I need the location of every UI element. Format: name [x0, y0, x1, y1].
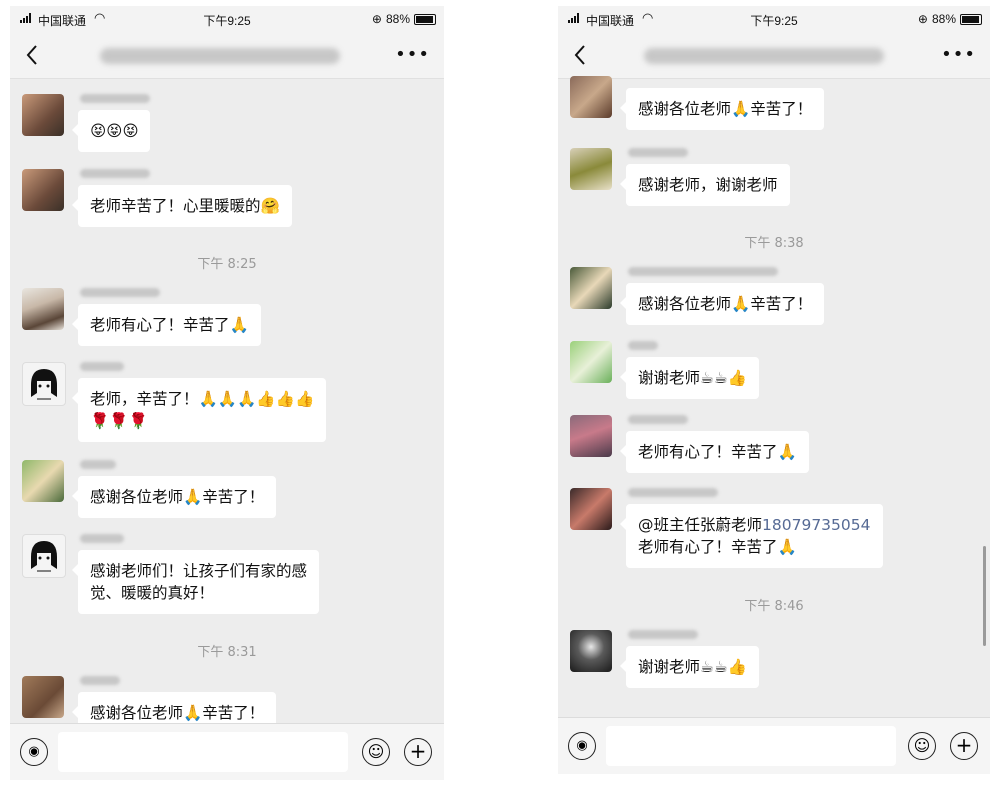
sender-name-blurred: [80, 362, 124, 371]
timestamp: 下午 8:25: [197, 257, 257, 272]
message-bubble[interactable]: 😝😝😝: [71, 110, 151, 152]
message-text: 老师有心了！辛苦了🙏: [638, 538, 797, 556]
message-row: 老师辛苦了！心里暖暖的🤗: [22, 169, 432, 229]
cartoon-girl-icon: [31, 541, 57, 572]
message-bubble[interactable]: 感谢老师们！让孩子们有家的感 觉、暖暖的真好！: [71, 550, 320, 614]
chat-title-blurred: [644, 48, 884, 64]
message-bubble[interactable]: 感谢各位老师🙏辛苦了！: [71, 476, 277, 518]
sender-name-blurred: [628, 267, 778, 276]
message-row: 感谢各位老师🙏辛苦了！: [570, 267, 978, 327]
sender-name-blurred: [80, 169, 150, 178]
rotation-lock-icon: ⊕: [371, 12, 382, 26]
avatar[interactable]: [22, 169, 64, 211]
message-bubble[interactable]: 谢谢老师☕☕👍: [619, 646, 760, 688]
sender-name-blurred: [80, 534, 124, 543]
back-arrow-icon[interactable]: [570, 42, 592, 68]
message-bubble[interactable]: 老师，辛苦了！🙏🙏🙏👍👍👍 🌹🌹🌹: [71, 378, 327, 442]
status-bar: 中国联通 ◠ 下午9:25 ⊕ 88%: [558, 6, 990, 34]
message-bubble[interactable]: 感谢各位老师🙏辛苦了！: [619, 283, 825, 325]
add-attachment-icon[interactable]: +: [950, 732, 978, 760]
chat-header: •••: [10, 34, 444, 79]
sender-name-blurred: [80, 460, 116, 469]
input-bar: ◉ ☺ +: [558, 717, 990, 774]
emoji-icon[interactable]: ☺: [908, 732, 936, 760]
message-row: 感谢老师们！让孩子们有家的感 觉、暖暖的真好！: [22, 534, 432, 618]
emoji-icon[interactable]: ☺: [362, 738, 390, 766]
avatar[interactable]: [22, 534, 66, 578]
phone-number-link[interactable]: 18079735054: [762, 516, 870, 534]
scrollbar[interactable]: [983, 546, 986, 646]
sender-name-blurred: [628, 341, 658, 350]
chat-title-blurred: [100, 48, 340, 64]
message-row: 老师，辛苦了！🙏🙏🙏👍👍👍 🌹🌹🌹: [22, 362, 432, 446]
input-bar: ◉ ☺ +: [10, 723, 444, 780]
message-bubble[interactable]: 感谢老师，谢谢老师: [620, 164, 790, 206]
avatar[interactable]: [570, 415, 612, 457]
avatar[interactable]: [22, 94, 64, 136]
sender-name-blurred: [628, 630, 698, 639]
timestamp: 下午 8:31: [197, 645, 257, 660]
more-options-icon[interactable]: •••: [941, 44, 976, 65]
message-bubble[interactable]: 谢谢老师☕☕👍: [619, 357, 760, 399]
message-row: 😝😝😝: [22, 94, 432, 154]
message-bubble[interactable]: 老师有心了！辛苦了🙏: [620, 431, 809, 473]
message-input[interactable]: [58, 732, 348, 772]
battery-percent: 88%: [385, 12, 410, 26]
battery-icon: [414, 13, 436, 25]
message-row: 感谢各位老师🙏辛苦了！: [22, 460, 432, 520]
battery-icon: [960, 13, 982, 25]
sender-name-blurred: [80, 94, 150, 103]
add-attachment-icon[interactable]: +: [404, 738, 432, 766]
sender-name-blurred: [80, 676, 120, 685]
more-options-icon[interactable]: •••: [395, 44, 430, 65]
back-arrow-icon[interactable]: [22, 42, 44, 68]
message-bubble[interactable]: 老师辛苦了！心里暖暖的🤗: [72, 185, 292, 227]
mention[interactable]: @班主任张蔚老师: [638, 516, 762, 534]
sender-name-blurred: [628, 148, 688, 157]
avatar[interactable]: [570, 148, 612, 190]
voice-input-icon[interactable]: ◉: [20, 738, 48, 766]
avatar[interactable]: [570, 267, 612, 309]
avatar[interactable]: [22, 362, 66, 406]
message-row: 感谢老师，谢谢老师: [570, 148, 978, 208]
sender-name-blurred: [628, 415, 688, 424]
status-bar: 中国联通 ◠ 下午9:25 ⊕ 88%: [10, 6, 444, 34]
timestamp: 下午 8:46: [744, 599, 804, 614]
chat-header: •••: [558, 34, 990, 79]
message-row: 老师有心了！辛苦了🙏: [570, 415, 978, 475]
message-row: 谢谢老师☕☕👍: [570, 341, 978, 401]
timestamp: 下午 8:38: [744, 236, 804, 251]
message-row: 谢谢老师☕☕👍: [570, 630, 978, 690]
message-bubble[interactable]: 老师有心了！辛苦了🙏: [72, 304, 261, 346]
message-row: 老师有心了！辛苦了🙏: [22, 288, 432, 348]
rotation-lock-icon: ⊕: [917, 12, 928, 26]
avatar[interactable]: [570, 630, 612, 672]
chat-screen-right: 中国联通 ◠ 下午9:25 ⊕ 88% ••• 感谢各位老师🙏辛苦了！ 感谢老师…: [558, 6, 990, 774]
message-bubble[interactable]: @班主任张蔚老师18079735054 老师有心了！辛苦了🙏: [620, 504, 883, 568]
avatar[interactable]: [22, 288, 64, 330]
message-row: 感谢各位老师🙏辛苦了！: [570, 76, 978, 132]
avatar[interactable]: [570, 76, 612, 118]
avatar[interactable]: [22, 460, 64, 502]
message-bubble[interactable]: 感谢各位老师🙏辛苦了！: [619, 88, 825, 130]
message-row: @班主任张蔚老师18079735054 老师有心了！辛苦了🙏: [570, 488, 978, 572]
battery-percent: 88%: [931, 12, 956, 26]
voice-input-icon[interactable]: ◉: [568, 732, 596, 760]
avatar[interactable]: [570, 488, 612, 530]
sender-name-blurred: [628, 488, 718, 497]
chat-screen-left: 中国联通 ◠ 下午9:25 ⊕ 88% ••• 😝😝😝 老师辛苦了！心里暖暖的🤗…: [10, 6, 444, 780]
cartoon-girl-icon: [31, 369, 57, 400]
avatar[interactable]: [22, 676, 64, 718]
sender-name-blurred: [80, 288, 160, 297]
message-input[interactable]: [606, 726, 896, 766]
avatar[interactable]: [570, 341, 612, 383]
